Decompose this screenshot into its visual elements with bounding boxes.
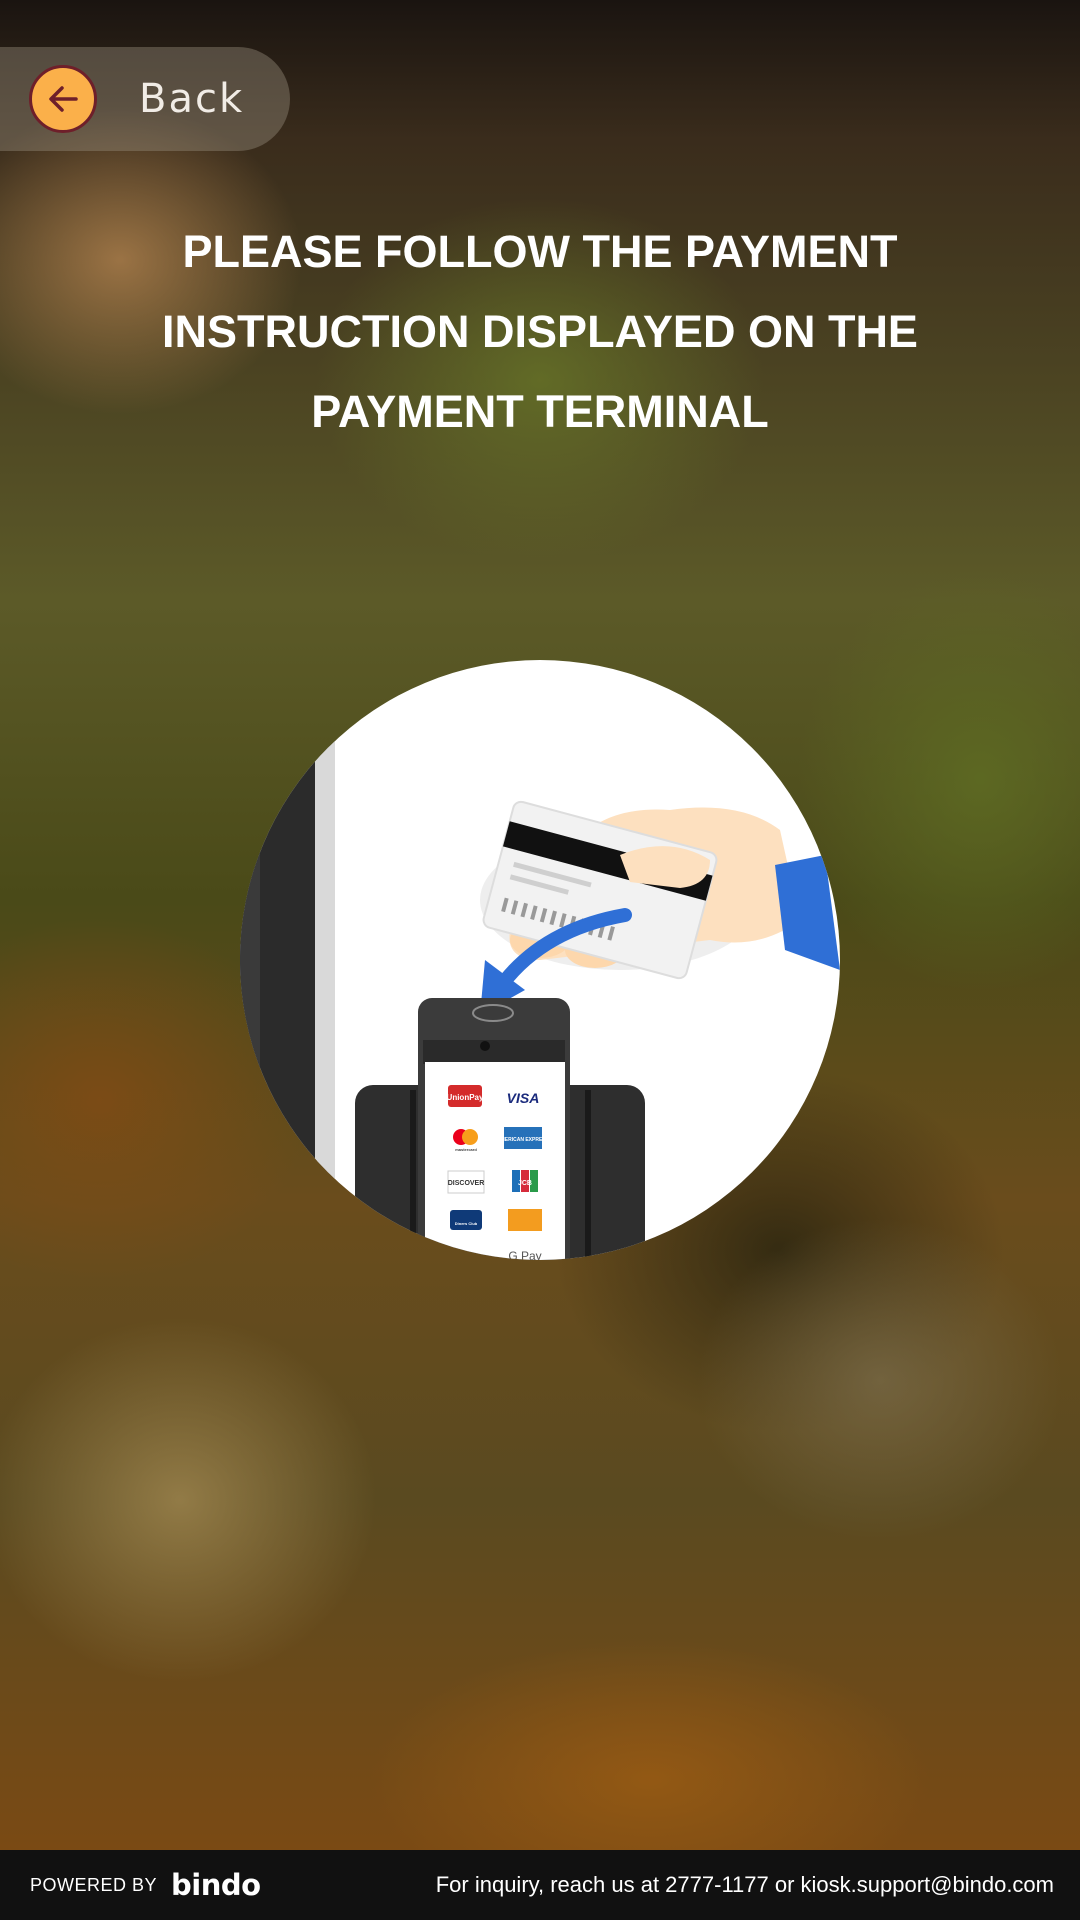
discover-logo: DISCOVER (448, 1180, 485, 1187)
arrow-left-icon (29, 65, 97, 133)
diners-logo: Diners Club (455, 1221, 478, 1226)
jcb-logo: JCB (518, 1180, 532, 1187)
unionpay-logo: UnionPay (447, 1093, 484, 1102)
google-pay-logo: G Pay (508, 1249, 541, 1260)
payment-instruction-heading: PLEASE FOLLOW THE PAYMENT INSTRUCTION DI… (162, 226, 918, 437)
visa-logo: VISA (507, 1090, 540, 1106)
amex-logo: AMERICAN EXPRESS (497, 1137, 550, 1143)
payment-terminal-illustration: UnionPay VISA mastercard AMERICAN EXPRES… (240, 660, 840, 1260)
back-label: Back (139, 76, 245, 122)
powered-by-label: POWERED BY (30, 1874, 158, 1895)
footer-bar: POWERED BY bindo For inquiry, reach us a… (0, 1850, 1080, 1920)
tap-card-illustration: UnionPay VISA mastercard AMERICAN EXPRES… (240, 660, 840, 1260)
mastercard-logo: mastercard (455, 1147, 477, 1152)
apple-pay-logo: Pay (456, 1251, 476, 1260)
back-button[interactable]: Back (0, 47, 290, 151)
inquiry-contact-text: For inquiry, reach us at 2777-1177 or ki… (435, 1872, 1054, 1897)
bindo-logo: bindo (171, 1868, 261, 1902)
